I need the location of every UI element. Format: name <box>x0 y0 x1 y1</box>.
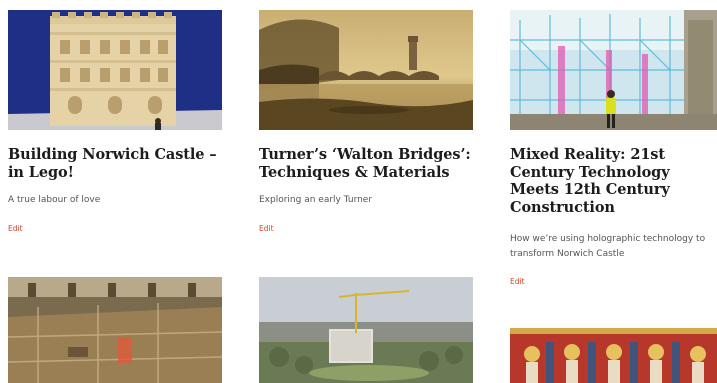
turner-painting-image <box>259 10 473 130</box>
article-thumbnail-medieval-art[interactable] <box>510 328 717 383</box>
medieval-art-image <box>510 328 717 383</box>
article-description: How we’re using holographic technology t… <box>510 234 706 259</box>
article-title[interactable]: Building Norwich Castle – in Lego! <box>8 146 222 181</box>
article-title[interactable]: Turner’s ‘Walton Bridges’: Techniques & … <box>259 146 473 181</box>
article-thumbnail-excavation[interactable] <box>8 277 222 383</box>
edit-link[interactable]: Edit <box>510 277 525 286</box>
article-thumbnail[interactable] <box>510 10 717 130</box>
article-description: Exploring an early Turner <box>259 195 373 205</box>
edit-link[interactable]: Edit <box>8 224 23 233</box>
article-thumbnail[interactable] <box>8 10 222 130</box>
article-thumbnail-castle-aerial[interactable] <box>259 277 473 383</box>
mixed-reality-image <box>510 10 717 130</box>
article-title[interactable]: Mixed Reality: 21st Century Technology M… <box>510 146 695 216</box>
castle-aerial-image <box>259 277 473 383</box>
article-thumbnail[interactable] <box>259 10 473 130</box>
castle-excavation-image <box>8 277 222 383</box>
lego-castle-image <box>8 10 222 130</box>
article-description: A true labour of love <box>8 195 101 205</box>
edit-link[interactable]: Edit <box>259 224 274 233</box>
